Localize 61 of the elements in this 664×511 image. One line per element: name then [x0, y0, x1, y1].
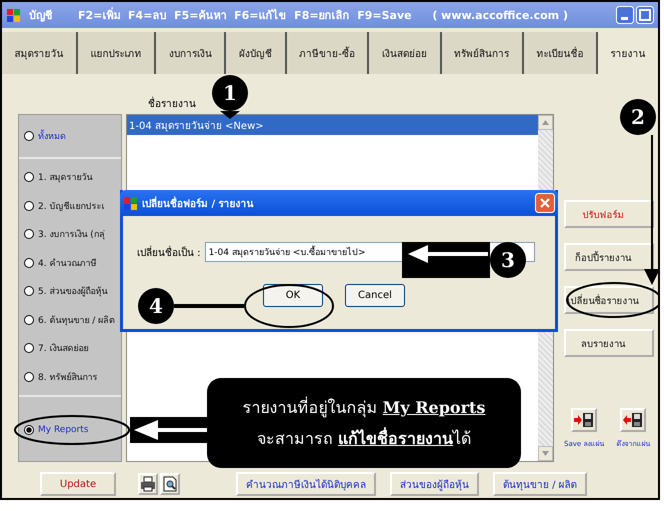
- print-preview-icon: [163, 476, 177, 492]
- disk-button[interactable]: [571, 408, 598, 432]
- report-row[interactable]: 1-04 สมุดรายวันจ่าย <New>: [127, 115, 538, 135]
- list-label: ชื่อรายงาน: [148, 96, 196, 110]
- note-text: รายงานที่อยู่ในกลุ่ม My Reports: [242, 396, 486, 420]
- close-button[interactable]: [535, 193, 555, 213]
- report-button[interactable]: คำนวณภาษีเงินได้นิติบุคคล: [236, 472, 376, 496]
- floppy-disk-icon: [623, 412, 644, 428]
- print-button[interactable]: [138, 473, 158, 495]
- app-icon: [123, 196, 138, 210]
- group-option[interactable]: 5. ส่วนของผู้ถือหุ้น: [24, 277, 108, 306]
- update-button[interactable]: Update: [40, 472, 116, 496]
- tab[interactable]: สมุดรายวัน: [2, 32, 78, 74]
- tab[interactable]: งบการเงิน: [156, 32, 226, 74]
- group-option[interactable]: 4. คำนวณภาษี: [24, 248, 96, 277]
- group-option[interactable]: ทั้งหมด: [24, 122, 66, 150]
- action-button[interactable]: ก็อปปี้รายงาน: [564, 243, 654, 271]
- report-button[interactable]: ส่วนของผู้ถือหุ้น: [390, 472, 479, 496]
- tab[interactable]: เงินสดย่อย: [369, 32, 442, 74]
- dialog-title: เปลี่ยนชื่อฟอร์ม / รายงาน: [142, 196, 254, 210]
- action-button[interactable]: ลบรายงาน: [564, 329, 654, 357]
- field-label: เปลี่ยนชื่อเป็น :: [137, 244, 201, 260]
- floppy-disk-icon: [574, 412, 594, 428]
- preview-button[interactable]: [160, 473, 180, 495]
- action-button[interactable]: ปรับฟอร์ม: [564, 200, 654, 228]
- radio-button[interactable]: [24, 424, 34, 435]
- arrow: [220, 111, 240, 119]
- group-option[interactable]: 6. ต้นทุนขาย / ผลิต: [24, 306, 116, 334]
- tab[interactable]: ผังบัญชี: [226, 32, 287, 74]
- group-option[interactable]: 7. เงินสดย่อย: [24, 334, 88, 362]
- report-button[interactable]: ต้นทุนขาย / ผลิต: [493, 472, 587, 496]
- radio-button[interactable]: [24, 372, 34, 382]
- maximize-button[interactable]: [636, 6, 654, 24]
- shortcut-hints: F2=เพิ่ม F4=ลบ F5=ค้นหา F6=แก้ไข F8=ยกเลิก F9=Save: [78, 6, 412, 24]
- app-icon: [6, 8, 21, 22]
- window-title: บัญชี: [29, 8, 52, 24]
- radio-button[interactable]: [24, 286, 34, 296]
- group-option[interactable]: 3. งบการเงิน (กลุ่: [24, 220, 105, 248]
- printer-icon: [140, 476, 156, 492]
- dialog-button[interactable]: Cancel: [345, 284, 405, 307]
- group-option[interactable]: 2. บัญชีแยกประเ: [24, 192, 104, 220]
- disk-button[interactable]: [620, 408, 646, 432]
- dialog-button[interactable]: OK: [263, 284, 323, 307]
- radio-button[interactable]: [24, 229, 34, 240]
- radio-button[interactable]: [24, 131, 34, 141]
- minimize-button[interactable]: [616, 6, 634, 24]
- radio-button[interactable]: [24, 314, 34, 325]
- radio-button[interactable]: [24, 200, 34, 211]
- tab[interactable]: ภาษีขาย-ซื้อ: [286, 32, 370, 74]
- action-button[interactable]: เปลี่ยนชื่อรายงาน: [564, 286, 654, 314]
- radio-button[interactable]: [24, 258, 34, 268]
- website-url: ( www.accoffice.com ): [432, 8, 568, 22]
- radio-button[interactable]: [24, 172, 34, 182]
- radio-button[interactable]: [24, 343, 34, 354]
- note-text: จะสามารถ แก้ไขชื่อรายงานได้: [256, 426, 472, 450]
- tab[interactable]: ทะเบียนชื่อ: [524, 32, 598, 74]
- step-number: 2: [620, 99, 656, 135]
- group-option[interactable]: 8. ทรัพย์สินการ: [24, 362, 98, 391]
- tab[interactable]: แยกประเภท: [78, 32, 156, 74]
- group-option[interactable]: 1. สมุดรายวัน: [24, 163, 92, 192]
- tab[interactable]: ทรัพย์สินการ: [442, 32, 524, 74]
